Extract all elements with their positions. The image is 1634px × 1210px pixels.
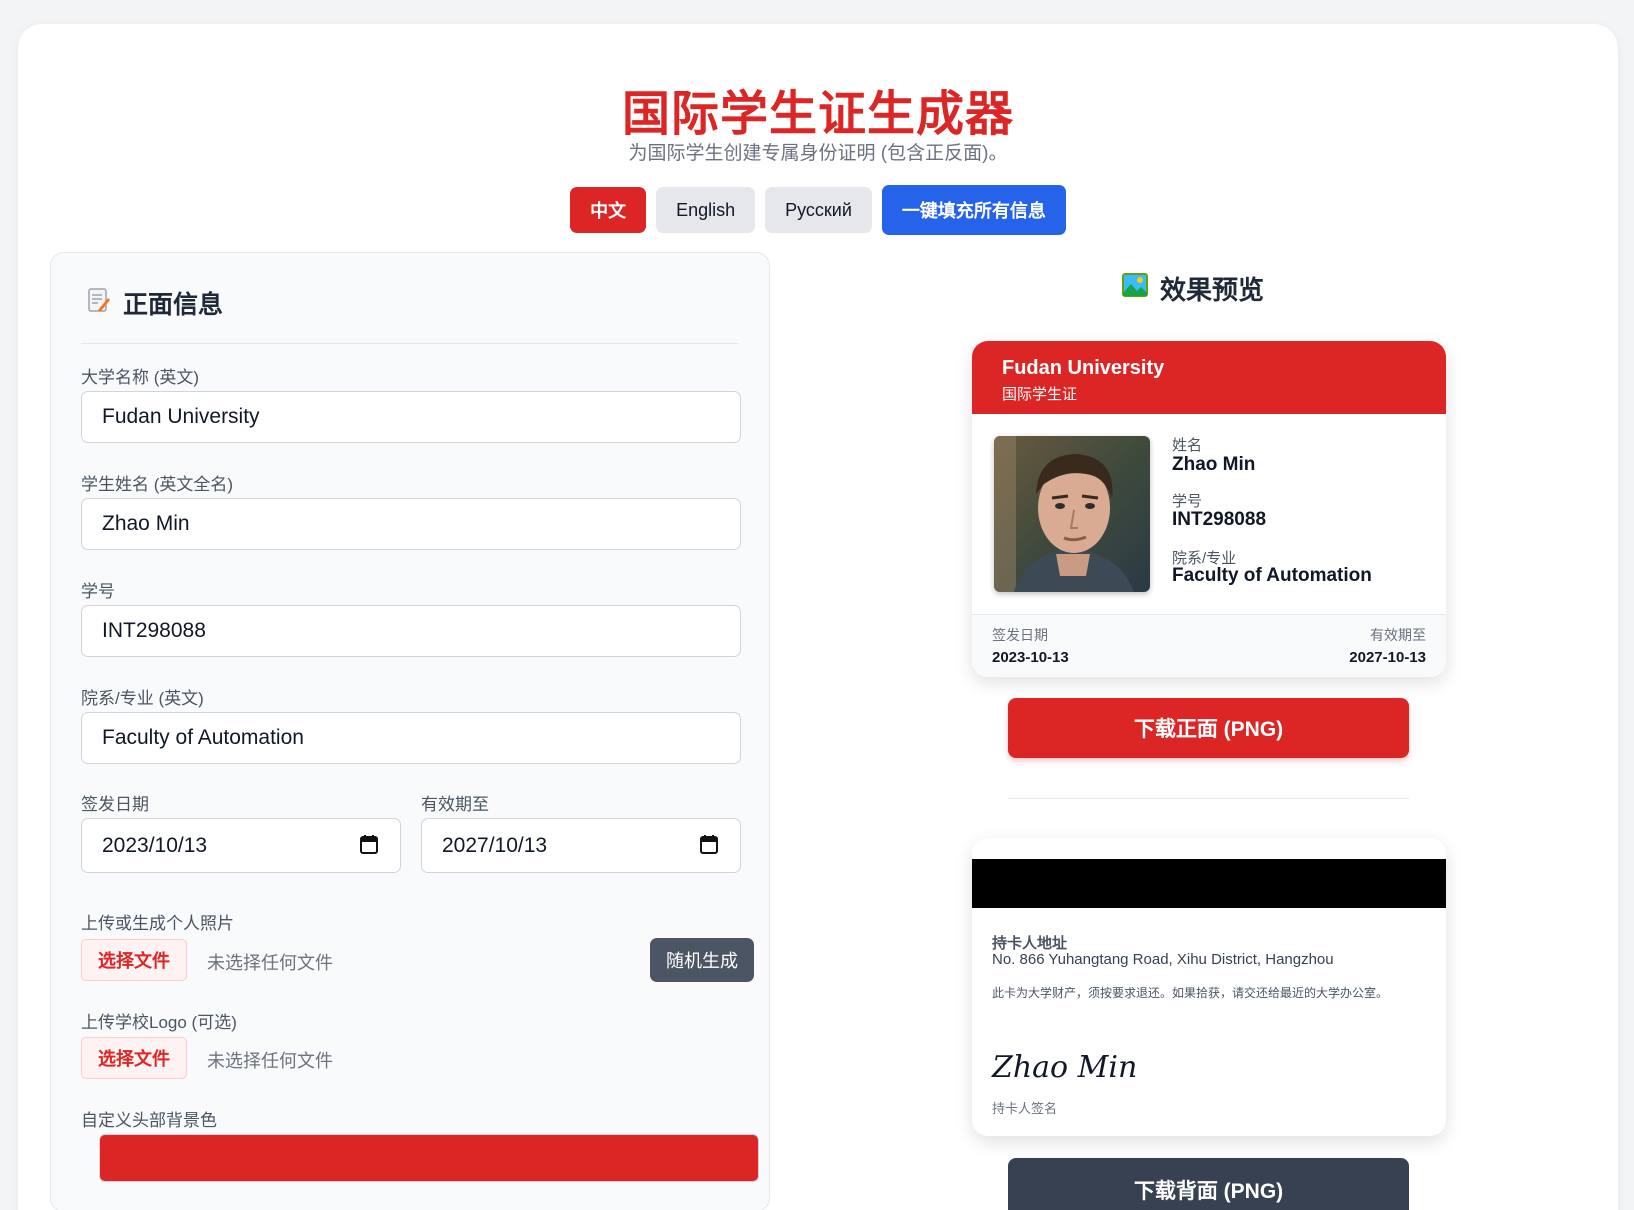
divider — [81, 343, 739, 344]
name-input[interactable]: Zhao Min — [81, 498, 741, 550]
color-label: 自定义头部背景色 — [81, 1111, 217, 1130]
card-back-preview: 持卡人地址 No. 866 Yuhangtang Road, Xihu Dist… — [972, 838, 1446, 1136]
issue-block: 签发日期 2023-10-13 — [992, 625, 1069, 666]
card-expiry-date: 2027-10-13 — [1349, 649, 1426, 666]
card-issue-key: 签发日期 — [992, 627, 1048, 643]
expiry-date-input[interactable]: 2027/10/13 — [421, 818, 741, 873]
expiry-date-label: 有效期至 — [421, 795, 489, 814]
student-photo — [994, 436, 1150, 592]
university-label: 大学名称 (英文) — [81, 368, 200, 387]
card-front-preview: Fudan University 国际学生证 姓名 Zhao Min 学号 IN… — [972, 341, 1446, 677]
student-id-input[interactable]: INT298088 — [81, 605, 741, 657]
memo-icon — [87, 287, 111, 320]
signature-key: 持卡人签名 — [992, 1101, 1058, 1116]
photo-file-status: 未选择任何文件 — [207, 953, 333, 973]
lang-ru-button[interactable]: Русский — [765, 187, 872, 233]
choose-logo-button[interactable]: 选择文件 — [81, 1037, 187, 1079]
logo-file-status: 未选择任何文件 — [207, 1051, 333, 1071]
expiry-block: 有效期至 2027-10-13 — [1349, 625, 1426, 666]
issue-date-value: 2023/10/13 — [102, 833, 208, 857]
card-footer: 签发日期 2023-10-13 有效期至 2027-10-13 — [972, 614, 1446, 677]
signature: Zhao Min — [992, 1050, 1138, 1085]
photo-label: 上传或生成个人照片 — [81, 914, 234, 933]
student-id-label: 学号 — [81, 582, 115, 601]
issue-date-input[interactable]: 2023/10/13 — [81, 818, 401, 873]
fill-all-button[interactable]: 一键填充所有信息 — [881, 185, 1066, 235]
card-body: 姓名 Zhao Min 学号 INT298088 院系/专业 Faculty o… — [972, 414, 1446, 614]
expiry-date-value: 2027/10/13 — [442, 833, 548, 857]
card-header: Fudan University 国际学生证 — [972, 341, 1446, 414]
card-type: 国际学生证 — [1002, 386, 1078, 403]
picture-icon — [1122, 273, 1148, 304]
random-photo-button[interactable]: 随机生成 — [650, 938, 754, 982]
address-key: 持卡人地址 — [992, 935, 1068, 952]
page-subtitle: 为国际学生创建专属身份证明 (包含正反面)。 — [628, 143, 1008, 164]
preview-divider — [1008, 798, 1409, 799]
return-note: 此卡为大学财产，须按要求退还。如果拾获，请交还给最近的大学办公室。 — [992, 986, 1389, 1000]
department-input[interactable]: Faculty of Automation — [81, 712, 741, 764]
address-value: No. 866 Yuhangtang Road, Xihu District, … — [992, 951, 1334, 968]
university-input[interactable]: Fudan University — [81, 391, 741, 443]
card-id-key: 学号 — [1172, 493, 1203, 510]
department-label: 院系/专业 (英文) — [81, 689, 204, 708]
download-front-button[interactable]: 下载正面 (PNG) — [1008, 698, 1409, 758]
card-name-key: 姓名 — [1172, 437, 1203, 454]
calendar-icon[interactable] — [360, 834, 378, 854]
magnetic-stripe — [972, 859, 1446, 908]
choose-photo-button[interactable]: 选择文件 — [81, 939, 187, 981]
card-expiry-key: 有效期至 — [1370, 627, 1426, 643]
logo-label: 上传学校Logo (可选) — [81, 1013, 237, 1032]
header-color-picker[interactable] — [99, 1134, 759, 1182]
lang-zh-button[interactable]: 中文 — [570, 187, 647, 233]
page-title: 国际学生证生成器 — [621, 88, 1014, 141]
front-info-panel: 正面信息 大学名称 (英文) Fudan University 学生姓名 (英文… — [50, 252, 770, 1210]
card-issue-date: 2023-10-13 — [992, 649, 1069, 666]
card-name: Zhao Min — [1172, 454, 1256, 475]
card-id: INT298088 — [1172, 509, 1267, 530]
panel-heading-text: 正面信息 — [123, 291, 224, 319]
card-university: Fudan University — [1002, 357, 1165, 379]
download-back-button[interactable]: 下载背面 (PNG) — [1008, 1158, 1409, 1210]
calendar-icon[interactable] — [700, 834, 718, 854]
name-label: 学生姓名 (英文全名) — [81, 475, 234, 494]
lang-en-button[interactable]: English — [656, 187, 756, 233]
card-dept: Faculty of Automation — [1172, 565, 1372, 586]
panel-heading: 正面信息 — [87, 285, 223, 321]
language-bar: 中文 English Русский 一键填充所有信息 — [18, 185, 1618, 235]
issue-date-label: 签发日期 — [81, 795, 149, 814]
preview-title-text: 效果预览 — [1160, 275, 1265, 305]
preview-heading: 效果预览 — [1122, 270, 1264, 307]
